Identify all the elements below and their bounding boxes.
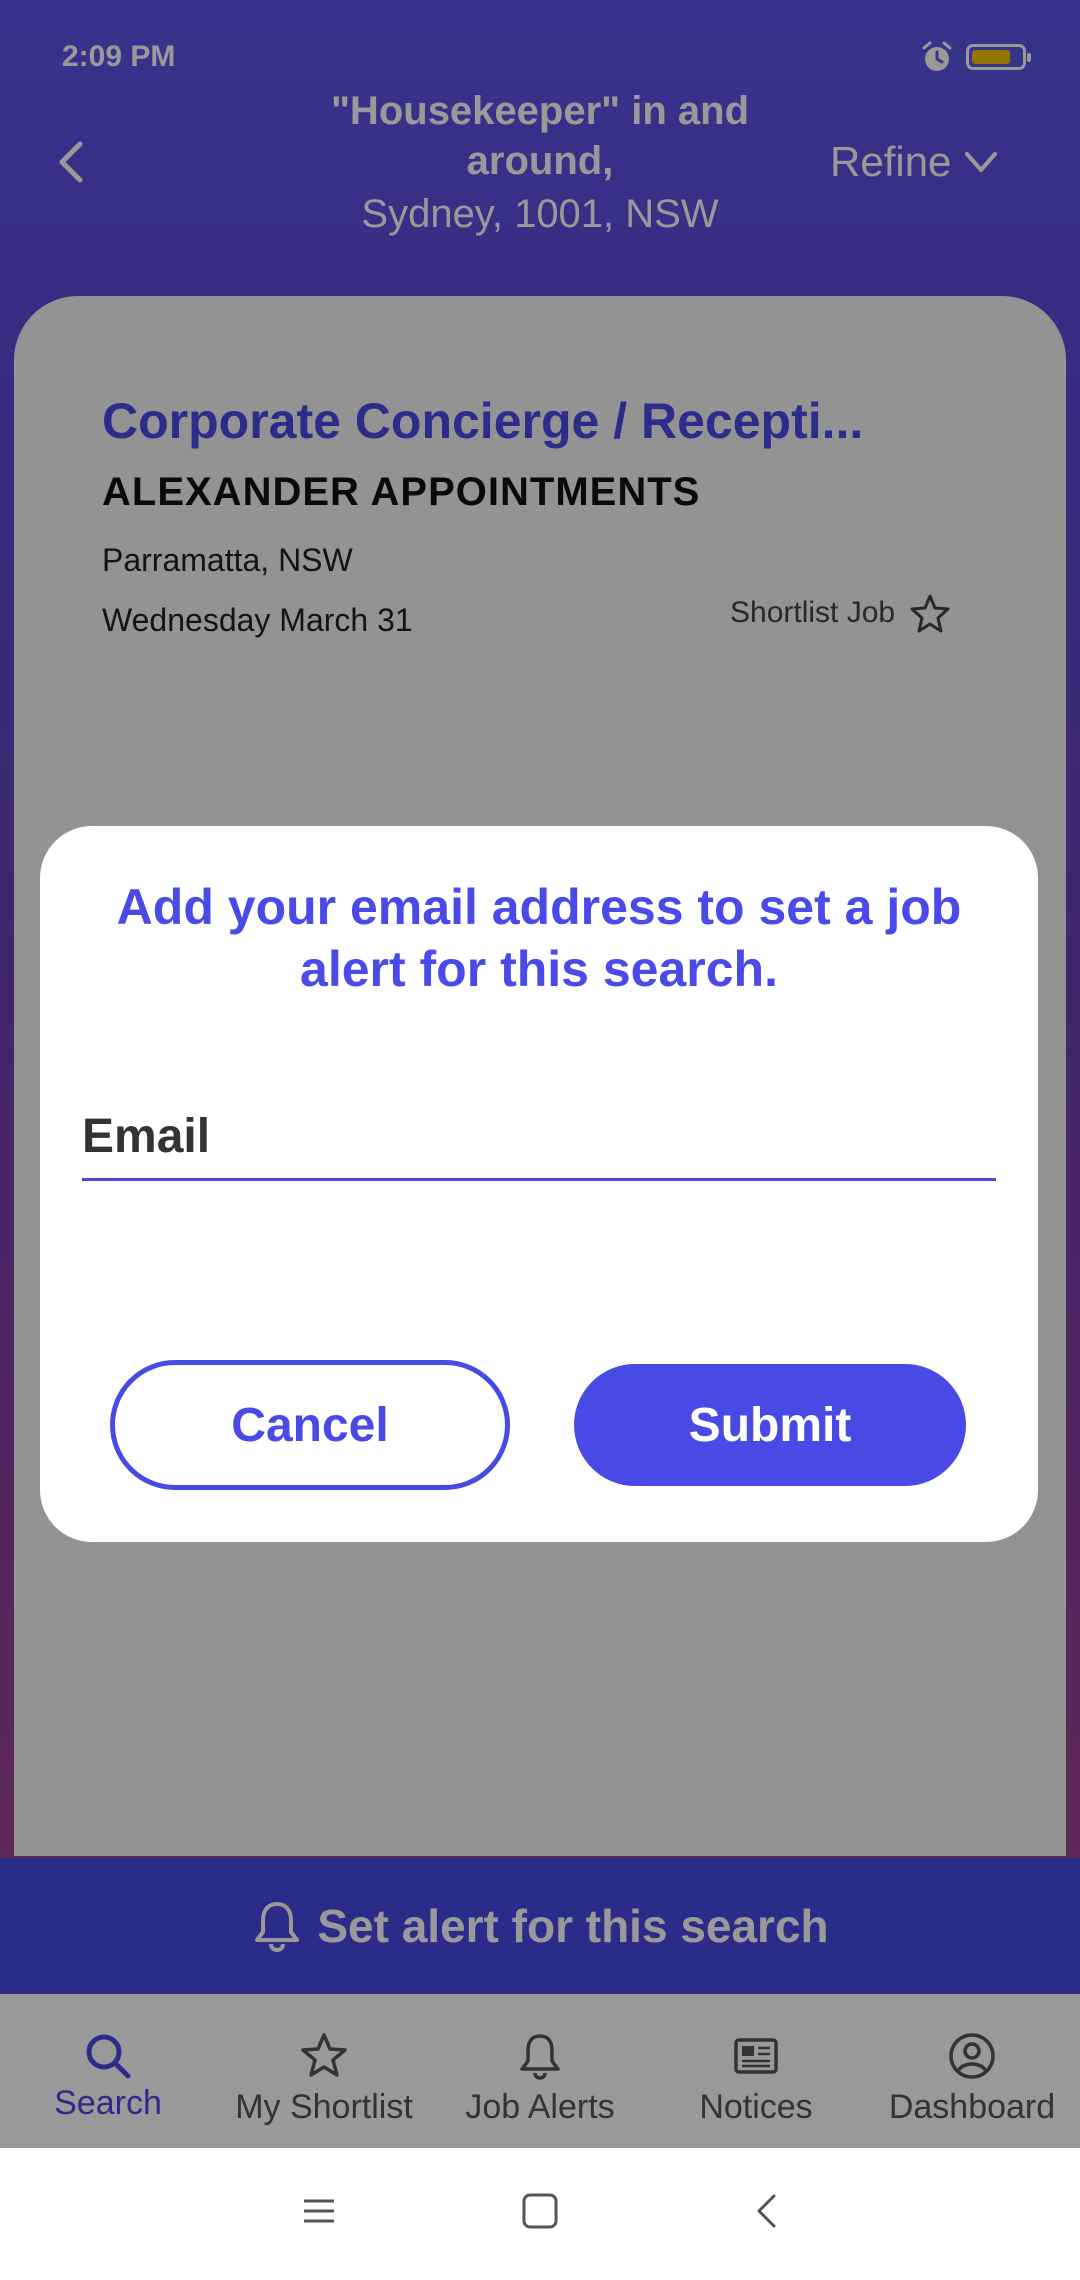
dialog-title: Add your email address to set a job aler… xyxy=(116,879,962,997)
submit-button[interactable]: Submit xyxy=(574,1364,966,1486)
email-field[interactable] xyxy=(82,1102,996,1181)
cancel-button[interactable]: Cancel xyxy=(110,1360,510,1490)
android-nav-bar xyxy=(0,2148,1080,2280)
home-icon[interactable] xyxy=(517,2188,563,2234)
menu-icon[interactable] xyxy=(296,2188,342,2234)
job-alert-dialog: Add your email address to set a job aler… xyxy=(40,826,1038,1542)
back-icon[interactable] xyxy=(745,2188,791,2234)
